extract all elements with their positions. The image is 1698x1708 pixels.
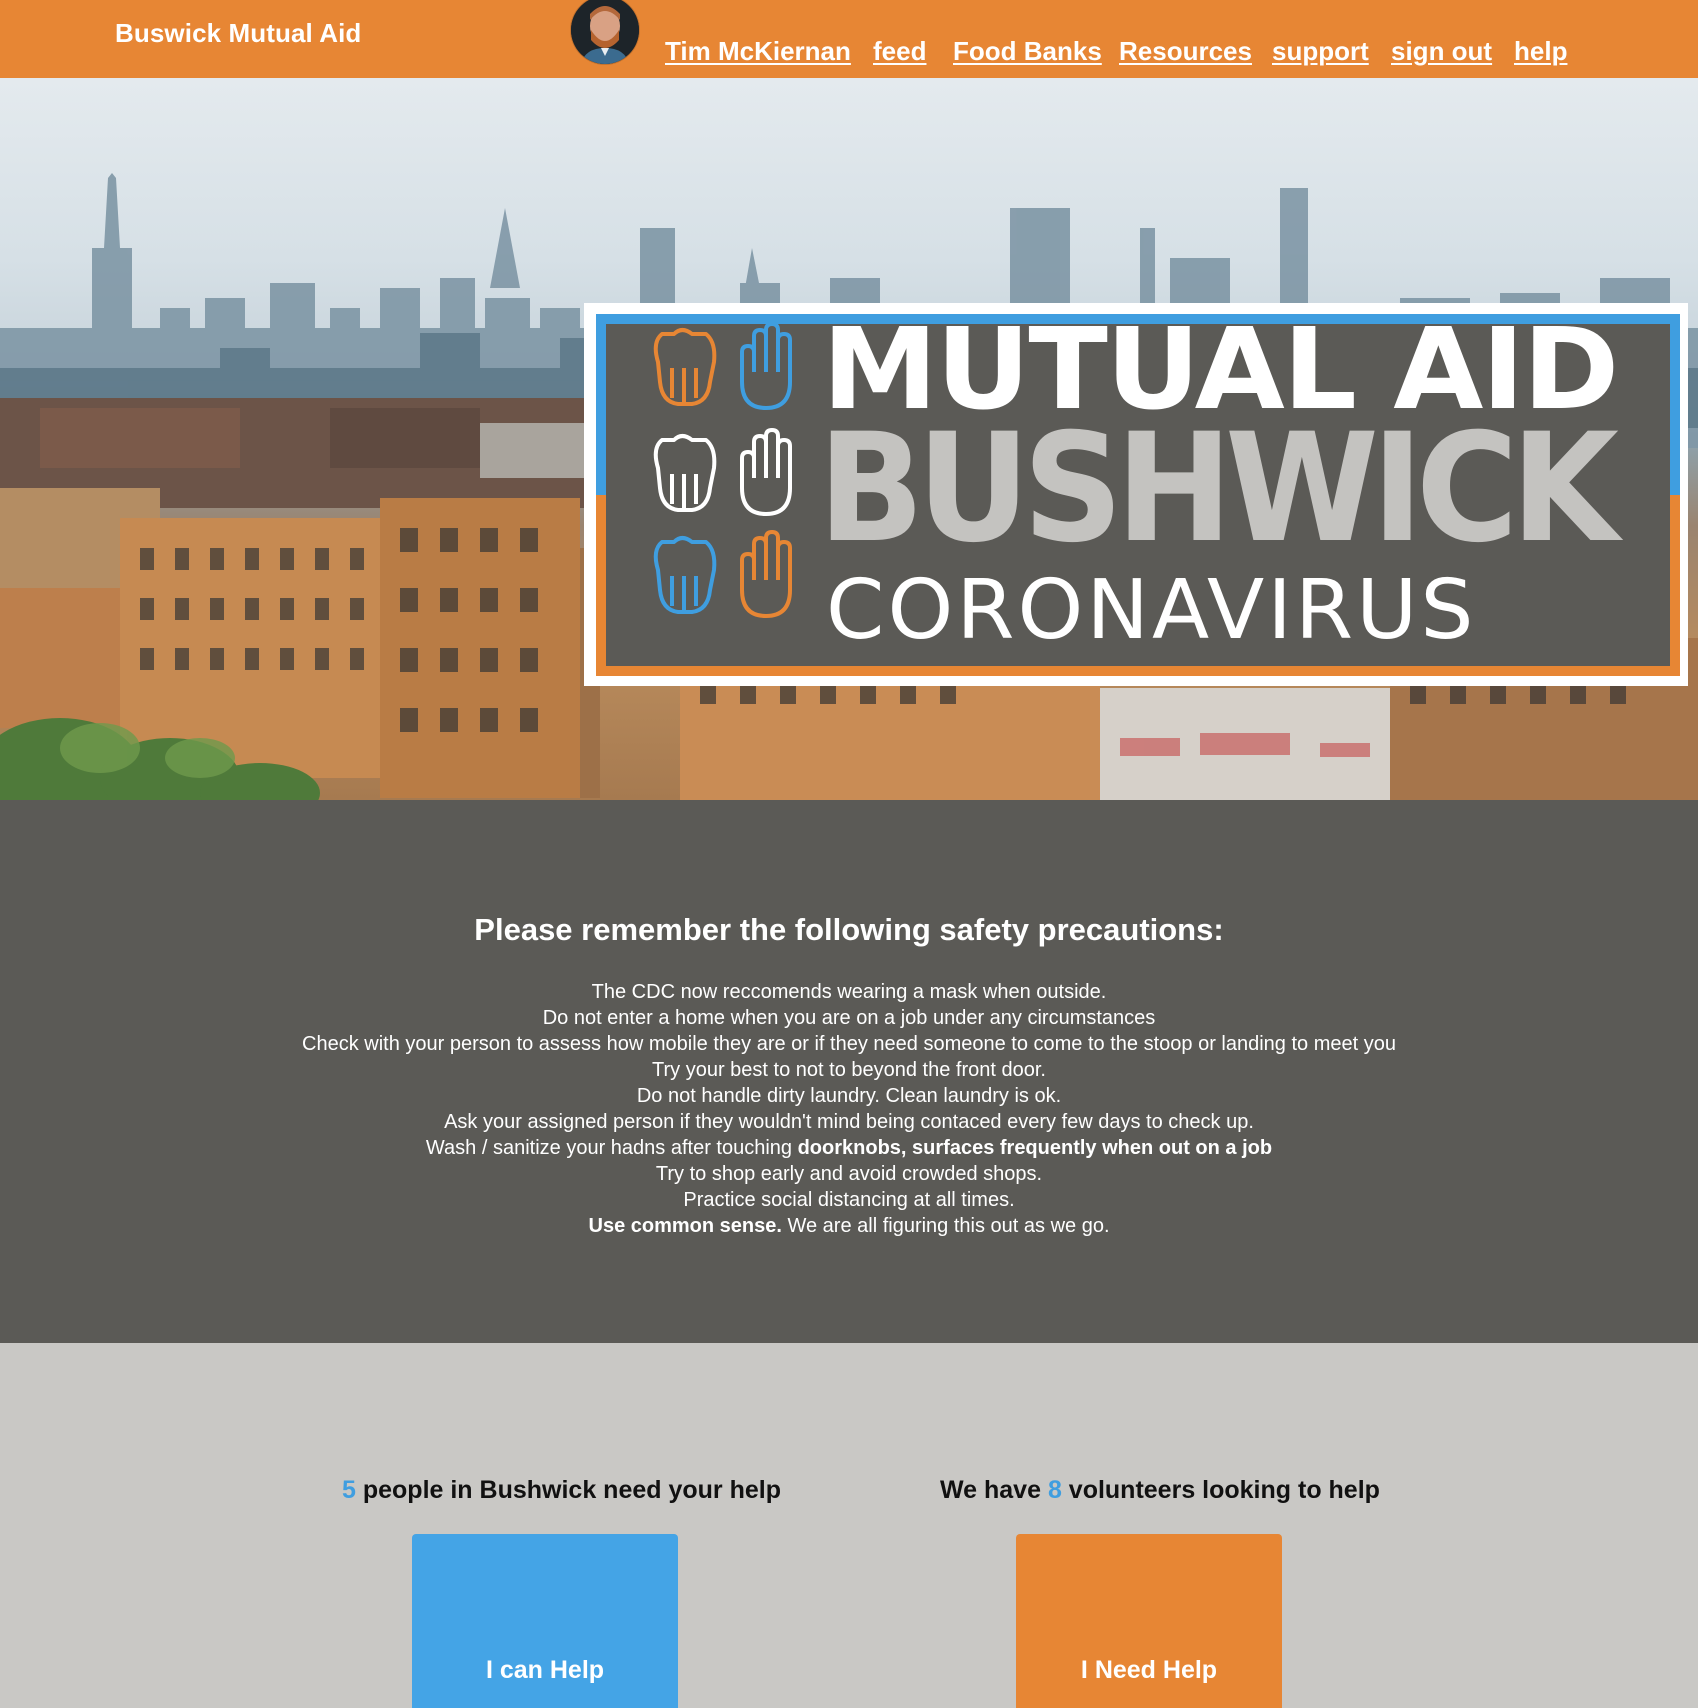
people-need-help-text: 5 people in Bushwick need your help — [342, 1476, 781, 1504]
need-count: 5 — [342, 1476, 356, 1504]
safety-heading: Please remember the following safety pre… — [474, 912, 1224, 947]
nav-link-help[interactable]: help — [1514, 36, 1567, 67]
safety-rule: Do not enter a home when you are on a jo… — [542, 1007, 1156, 1029]
nav-link-support[interactable]: support — [1272, 36, 1369, 67]
logo-title-bushwick: BUSHWICK — [818, 402, 1619, 576]
blue-hand-down-icon — [653, 536, 717, 614]
safety-rule: Do not handle dirty laundry. Clean laund… — [636, 1085, 1062, 1107]
safety-rule: The CDC now reccomends wearing a mask wh… — [591, 981, 1107, 1003]
help-stats-section: 5 people in Bushwick need your help We h… — [0, 1343, 1698, 1708]
i-can-help-button[interactable]: I can Help — [412, 1534, 678, 1708]
safety-rule: Wash / sanitize your hadns after touchin… — [425, 1137, 1273, 1159]
i-need-help-button[interactable]: I Need Help — [1016, 1534, 1282, 1708]
white-raised-hand-icon — [740, 428, 792, 516]
safety-section: Please remember the following safety pre… — [0, 800, 1698, 1343]
i-can-help-label: I can Help — [485, 1656, 605, 1684]
safety-rules-list: The CDC now reccomends wearing a mask wh… — [0, 979, 1698, 1239]
avatar-portrait-icon — [571, 0, 639, 64]
logo-title-coronavirus: CORONAVIRUS — [826, 563, 1477, 658]
nav-link-feed[interactable]: feed — [873, 36, 926, 67]
white-hand-icon — [653, 434, 717, 512]
safety-rule: Ask your assigned person if they wouldn'… — [444, 1111, 1254, 1133]
orange-hand-icon — [653, 328, 717, 406]
site-brand[interactable]: Buswick Mutual Aid — [115, 18, 361, 49]
top-navbar: Buswick Mutual Aid Tim McKiernan feed Fo… — [0, 0, 1698, 78]
nav-link-food-banks[interactable]: Food Banks — [953, 36, 1102, 67]
hero-banner: MUTUAL AID BUSHWICK CORONAVIRUS — [0, 78, 1698, 800]
i-need-help-label: I Need Help — [1080, 1656, 1218, 1684]
nav-link-profile[interactable]: Tim McKiernan — [665, 36, 851, 67]
user-avatar[interactable] — [571, 0, 639, 64]
safety-rule: Try to shop early and avoid crowded shop… — [655, 1163, 1043, 1185]
volunteers-text: We have 8 volunteers looking to help — [940, 1476, 1380, 1504]
volunteer-count: 8 — [1047, 1476, 1062, 1504]
safety-rule: Practice social distancing at all times. — [683, 1189, 1015, 1211]
safety-rule: Try your best to not to beyond the front… — [652, 1059, 1046, 1081]
nav-link-sign-out[interactable]: sign out — [1391, 36, 1492, 67]
safety-rule: Check with your person to assess how mob… — [302, 1033, 1396, 1055]
orange-raised-hand-icon — [740, 530, 792, 618]
blue-hand-icon — [740, 322, 792, 410]
safety-rule: Use common sense. We are all figuring th… — [588, 1215, 1110, 1237]
nav-link-resources[interactable]: Resources — [1119, 36, 1252, 67]
